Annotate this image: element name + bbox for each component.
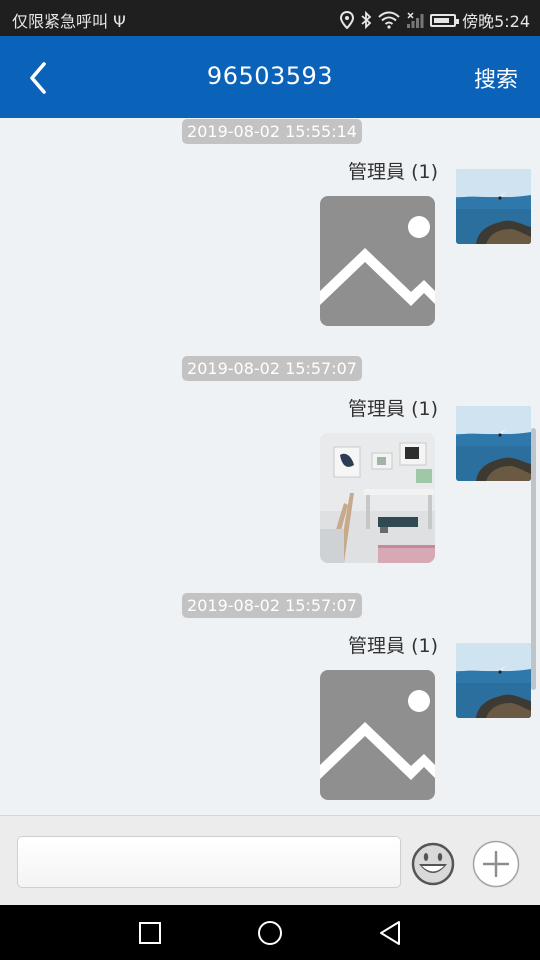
timestamp-badge: 2019-08-02 15:55:14 — [182, 119, 362, 144]
status-right: 傍晚5:24 — [340, 8, 530, 32]
message-list[interactable]: 2019-08-02 15:55:14 管理員 (1) 2019-08-02 1… — [0, 118, 540, 815]
timestamp-wrap: 2019-08-02 15:57:07 — [0, 356, 540, 381]
scrollbar-thumb[interactable] — [531, 428, 536, 690]
carrier-text: 仅限紧急呼叫 — [12, 12, 109, 31]
message-input[interactable] — [17, 836, 401, 888]
home-icon[interactable] — [256, 919, 284, 947]
sender-name: 管理員 (1) — [348, 161, 438, 183]
timestamp-badge: 2019-08-02 15:57:07 — [182, 593, 362, 618]
message-item: 2019-08-02 15:55:14 管理員 (1) — [0, 118, 540, 338]
message-item: 2019-08-02 15:57:07 管理員 (1) — [0, 355, 540, 575]
location-icon — [340, 11, 355, 29]
status-bar: 仅限紧急呼叫 Ψ 傍晚5:24 — [0, 0, 540, 36]
sender-name: 管理員 (1) — [348, 398, 438, 420]
input-bar — [0, 815, 540, 905]
bluetooth-icon — [361, 11, 372, 29]
back-triangle-icon[interactable] — [376, 919, 404, 947]
usb-icon: Ψ — [113, 12, 126, 31]
smiley-icon — [411, 842, 455, 886]
recent-apps-icon[interactable] — [136, 919, 164, 947]
system-nav-bar — [0, 905, 540, 960]
message-item: 2019-08-02 15:57:07 管理員 (1) — [0, 592, 540, 812]
battery-icon — [430, 13, 460, 27]
status-left: 仅限紧急呼叫 Ψ — [12, 8, 126, 32]
timestamp-badge: 2019-08-02 15:57:07 — [182, 356, 362, 381]
cell-signal-icon — [407, 12, 424, 28]
clock-text: 傍晚5:24 — [462, 12, 530, 31]
placeholder-image[interactable] — [320, 196, 435, 326]
avatar[interactable] — [456, 169, 531, 244]
emoji-button[interactable] — [411, 842, 455, 886]
timestamp-wrap: 2019-08-02 15:55:14 — [0, 119, 540, 144]
plus-icon — [472, 840, 520, 888]
add-attachment-button[interactable] — [472, 840, 520, 888]
avatar[interactable] — [456, 406, 531, 481]
avatar[interactable] — [456, 643, 531, 718]
room-photo[interactable] — [320, 433, 435, 563]
page-title: 96503593 — [206, 62, 334, 90]
chat-header: 96503593 搜索 — [0, 36, 540, 118]
placeholder-image[interactable] — [320, 670, 435, 800]
sender-name: 管理員 (1) — [348, 635, 438, 657]
timestamp-wrap: 2019-08-02 15:57:07 — [0, 593, 540, 618]
wifi-icon — [378, 11, 400, 29]
search-button[interactable]: 搜索 — [474, 62, 518, 94]
